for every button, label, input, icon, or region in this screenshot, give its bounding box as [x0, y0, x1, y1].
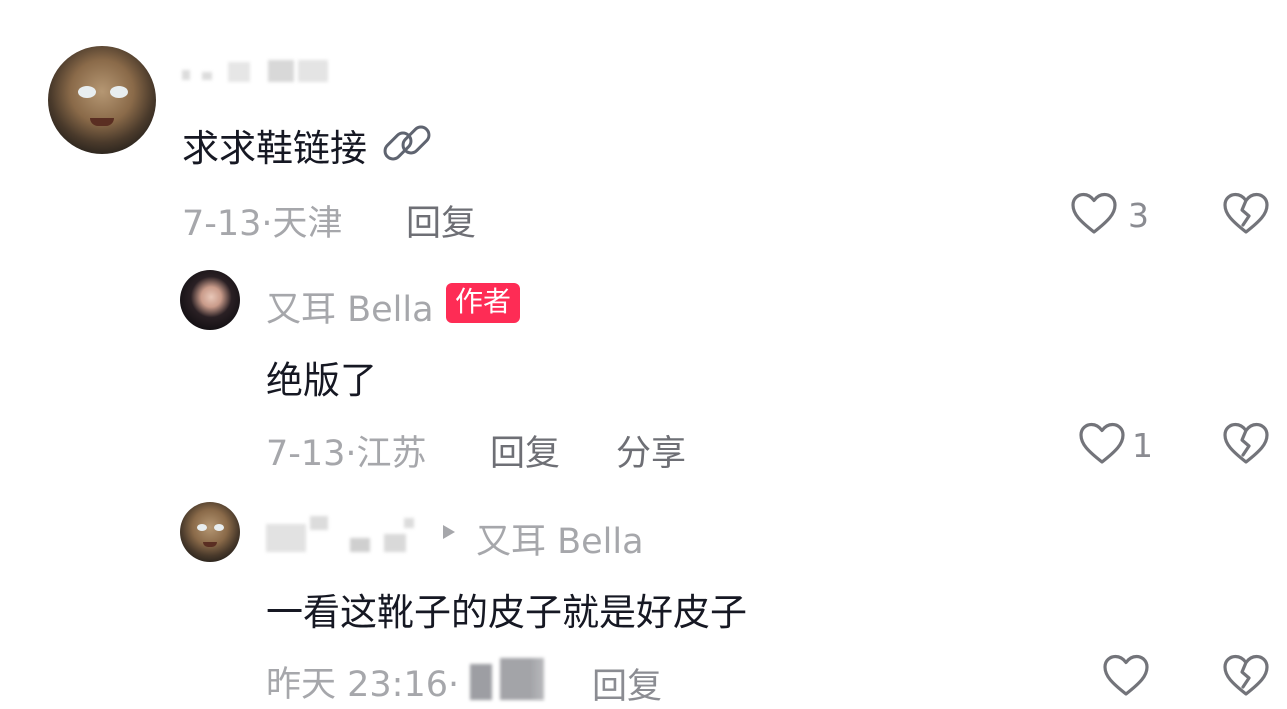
share-button[interactable]: 分享 — [616, 425, 686, 476]
avatar-mouth — [203, 542, 217, 547]
heart-outline-icon[interactable] — [1070, 192, 1118, 236]
username-redacted[interactable] — [266, 514, 426, 554]
reply-button[interactable]: 回复 — [406, 195, 476, 246]
triangle-right-icon — [440, 522, 458, 542]
like-count: 1 — [1132, 426, 1153, 465]
comment-date-location: 7-13·江苏 — [266, 434, 427, 474]
reply-author-name[interactable]: 又耳 Bella — [266, 281, 434, 332]
reply-to-name[interactable]: 又耳 Bella — [476, 513, 644, 564]
broken-heart-icon[interactable] — [1222, 422, 1270, 466]
like-count: 3 — [1128, 196, 1149, 235]
heart-outline-icon[interactable] — [1102, 654, 1150, 698]
broken-heart-icon[interactable] — [1222, 654, 1270, 698]
comment-date-location: 7-13·天津 — [182, 204, 343, 244]
avatar-eye — [110, 86, 128, 98]
author-badge: 作者 — [446, 283, 521, 323]
glare-overlay — [530, 640, 830, 700]
avatar-eye — [214, 524, 224, 531]
comment-text: 一看这靴子的皮子就是好皮子 — [266, 591, 747, 634]
avatar-eye — [78, 86, 96, 98]
comment-text: 绝版了 — [266, 359, 377, 402]
link-icon — [379, 121, 437, 167]
avatar[interactable] — [180, 502, 240, 562]
avatar[interactable] — [180, 270, 240, 330]
reply-button[interactable]: 回复 — [592, 658, 662, 709]
broken-heart-icon[interactable] — [1222, 192, 1270, 236]
avatar-mouth — [90, 118, 114, 126]
comment-date-location: 昨天 23:16· — [266, 665, 460, 705]
avatar-eye — [197, 524, 207, 531]
reply-button[interactable]: 回复 — [490, 425, 560, 476]
username-redacted[interactable] — [182, 58, 332, 84]
heart-outline-icon[interactable] — [1078, 422, 1126, 466]
comment-text: 求求鞋链接 — [182, 118, 437, 172]
avatar[interactable] — [48, 46, 156, 154]
